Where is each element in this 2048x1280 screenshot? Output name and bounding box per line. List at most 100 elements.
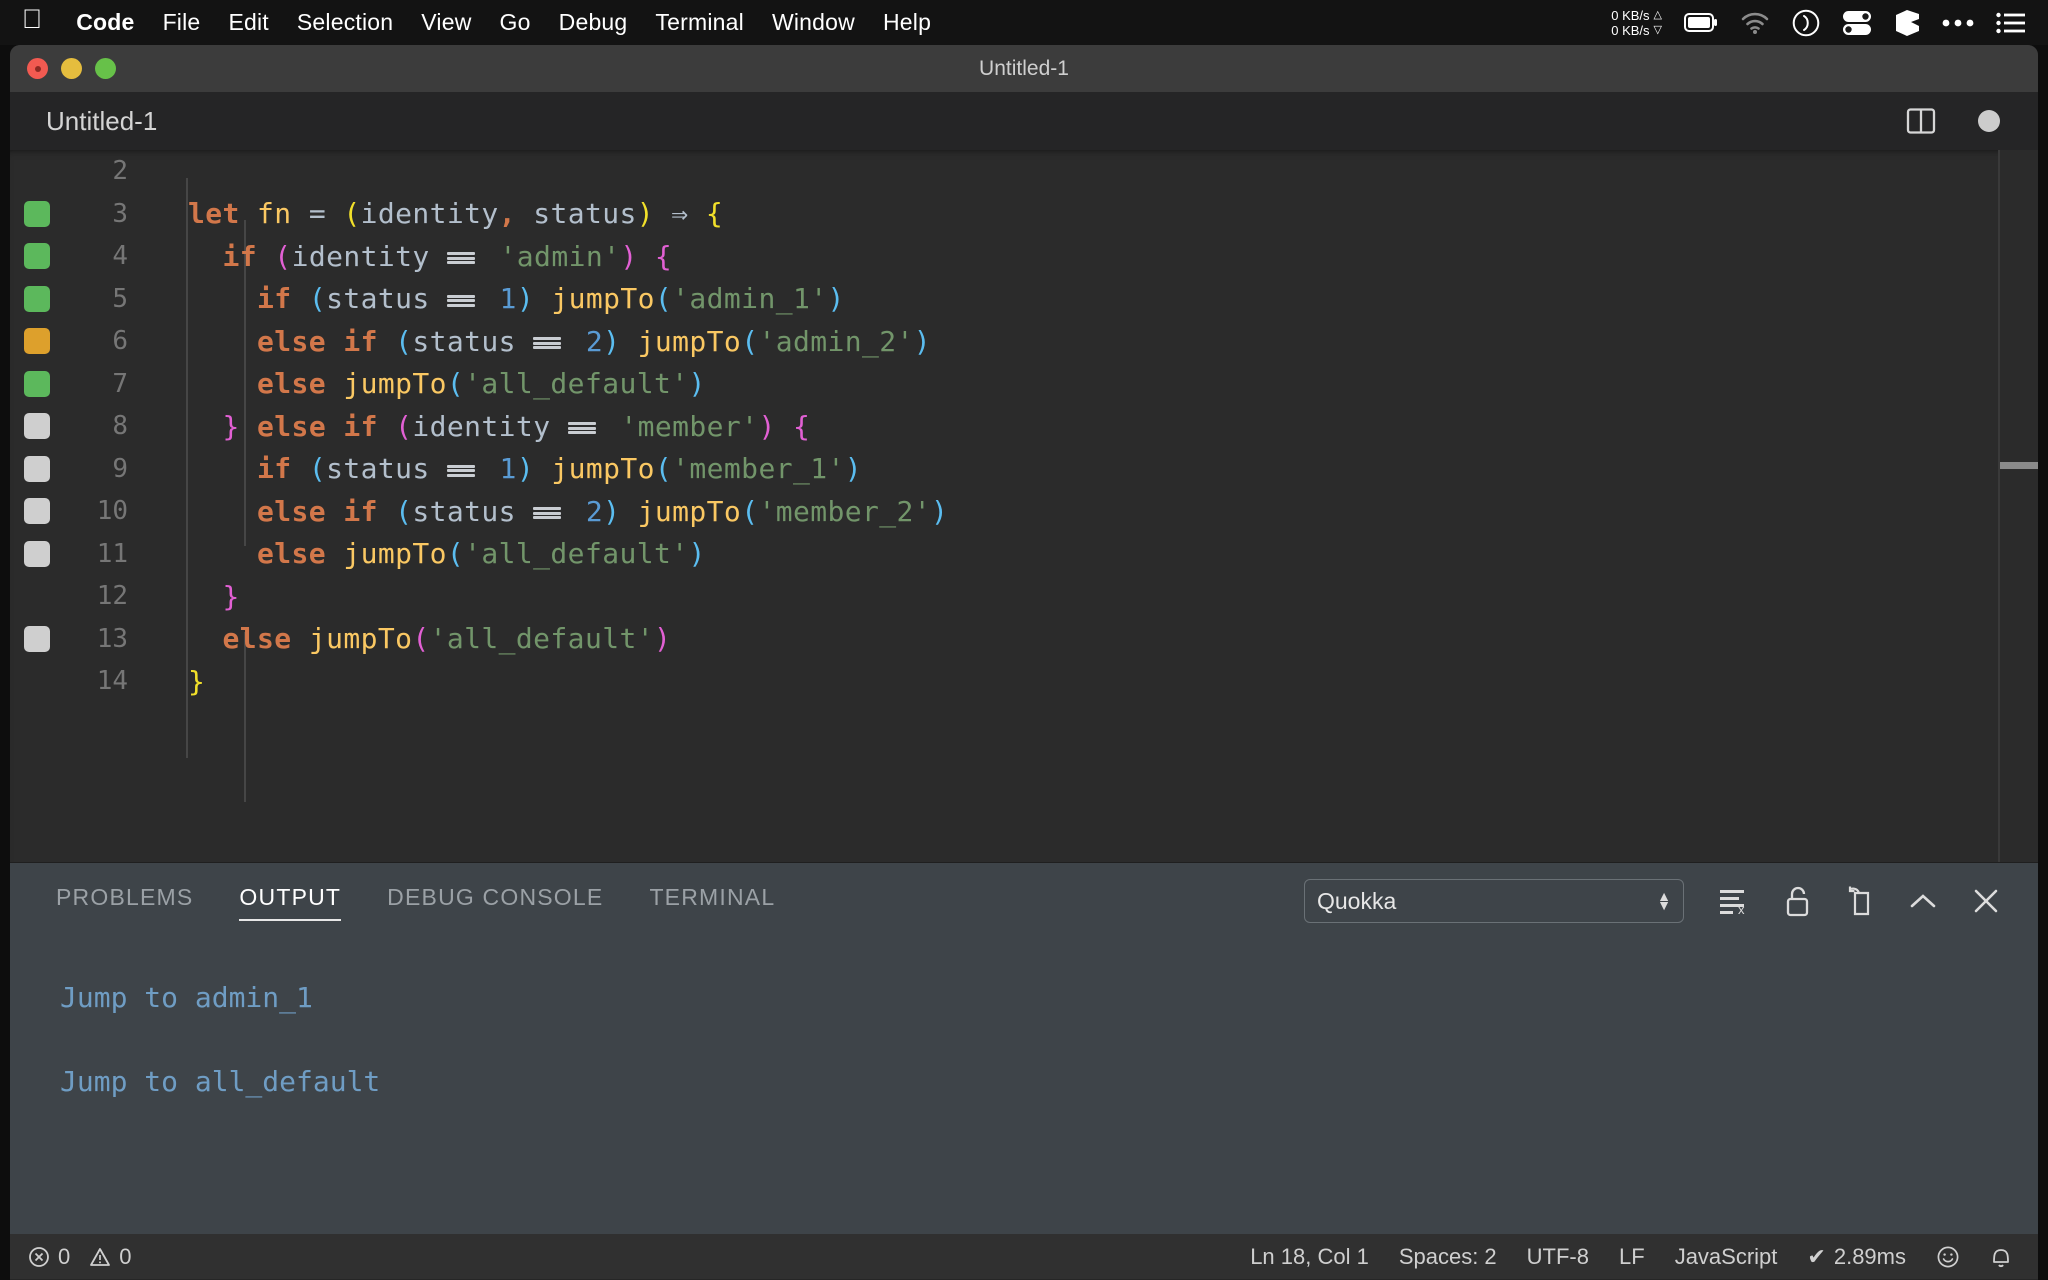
quokka-coverage-marker-gray[interactable] — [24, 540, 50, 567]
macos-menu-bar:  CodeFileEditSelectionViewGoDebugTermin… — [0, 0, 2048, 45]
code-line[interactable]: 9 if (status 1) jumpTo('member_1') — [10, 448, 2038, 491]
apple-menu-icon[interactable]:  — [22, 6, 42, 33]
toggles-icon[interactable] — [1842, 10, 1872, 36]
menu-terminal[interactable]: Terminal — [641, 9, 758, 36]
quokka-coverage-marker-green[interactable] — [24, 243, 50, 270]
ellipsis-icon[interactable] — [1942, 18, 1974, 28]
clock-icon[interactable] — [1792, 9, 1820, 37]
code-line[interactable]: 5 if (status 1) jumpTo('admin_1') — [10, 278, 2038, 321]
code-text: } else if (identity 'member') { — [222, 409, 811, 443]
unsaved-dot[interactable] — [1978, 110, 2000, 132]
menu-file[interactable]: File — [149, 9, 215, 36]
code-editor[interactable]: 2 3 let fn = (identity, status) ⇒ { 4 if (i… — [10, 150, 2038, 862]
vscode-window: Untitled-1 Untitled-1 2 3 let fn = (identi… — [10, 45, 2038, 1280]
window-title-bar: Untitled-1 — [10, 45, 2038, 92]
editor-tab-untitled-1[interactable]: Untitled-1 — [46, 106, 157, 137]
svg-text:x: x — [1738, 902, 1745, 916]
network-download-speed: 0 KB/s — [1611, 22, 1650, 38]
quokka-coverage-marker-green[interactable] — [24, 200, 50, 227]
line-number: 9 — [112, 453, 128, 484]
quokka-coverage-marker-green[interactable] — [24, 285, 50, 312]
editor-tab-bar: Untitled-1 — [10, 92, 2038, 150]
panel-tab-terminal[interactable]: TERMINAL — [649, 884, 775, 919]
line-number: 5 — [112, 283, 128, 314]
warning-count: 0 — [119, 1243, 132, 1269]
menu-view[interactable]: View — [407, 9, 485, 36]
menu-go[interactable]: Go — [486, 9, 545, 36]
line-number: 6 — [112, 326, 128, 357]
quokka-coverage-marker-orange[interactable] — [24, 328, 50, 355]
smiley-icon[interactable] — [1936, 1245, 1960, 1269]
network-speed-icon[interactable]: 0 KB/s 0 KB/s △ ▽ — [1611, 8, 1662, 38]
status-errors[interactable]: 0 — [28, 1244, 70, 1270]
close-panel-icon[interactable] — [1972, 887, 2000, 915]
battery-icon[interactable] — [1684, 13, 1718, 32]
output-line: Jump to all_default — [60, 1065, 381, 1098]
code-line[interactable]: 14} — [10, 660, 2038, 703]
lock-scroll-icon[interactable] — [1784, 885, 1812, 917]
bell-icon[interactable] — [1990, 1244, 2012, 1270]
network-upload-speed: 0 KB/s — [1611, 7, 1650, 23]
wifi-icon[interactable] — [1740, 12, 1770, 34]
menu-selection[interactable]: Selection — [283, 9, 407, 36]
cube-icon[interactable] — [1894, 9, 1920, 37]
quokka-coverage-marker-green[interactable] — [24, 370, 50, 397]
code-line[interactable]: 7 else jumpTo('all_default') — [10, 363, 2038, 406]
maximize-panel-icon[interactable] — [1908, 890, 1938, 912]
panel-actions: Quokka ▲ ▼ x — [1304, 879, 2038, 923]
code-line[interactable]: 2 — [10, 150, 2038, 193]
code-lines: 2 3 let fn = (identity, status) ⇒ { 4 if (i… — [10, 150, 2038, 703]
code-text: let fn = (identity, status) ⇒ { — [188, 197, 724, 231]
strict-equals-ligature — [446, 286, 482, 314]
status-encoding[interactable]: UTF-8 — [1527, 1244, 1589, 1270]
status-quokka-runtime[interactable]: ✔ 2.89ms — [1807, 1244, 1906, 1270]
list-icon[interactable] — [1996, 12, 2026, 34]
quokka-coverage-marker-gray[interactable] — [24, 413, 50, 440]
code-line[interactable]: 4 if (identity 'admin') { — [10, 235, 2038, 278]
status-bar: 0 0 Ln 18, Col 1 Spaces: 2 UTF-8 LF Java… — [10, 1234, 2038, 1279]
status-language-mode[interactable]: JavaScript — [1675, 1244, 1778, 1270]
clear-output-icon[interactable]: x — [1718, 886, 1750, 916]
status-indentation[interactable]: Spaces: 2 — [1399, 1244, 1497, 1270]
menu-code[interactable]: Code — [62, 9, 148, 36]
overview-marker — [2000, 462, 2038, 469]
menu-items: Code File Edit Selection View Go Debug Terminal… — [62, 9, 945, 36]
output-content[interactable]: Jump to admin_1 Jump to all_default — [10, 939, 2038, 1149]
error-count: 0 — [58, 1243, 71, 1269]
strict-equals-ligature — [533, 329, 568, 357]
code-line[interactable]: 10 else if (status 2) jumpTo('member_2') — [10, 490, 2038, 533]
overview-ruler[interactable] — [1998, 150, 2038, 862]
panel-tab-problems[interactable]: PROBLEMS — [56, 884, 193, 919]
output-channel-select[interactable]: Quokka ▲ ▼ — [1304, 879, 1684, 923]
status-cursor-position[interactable]: Ln 18, Col 1 — [1250, 1244, 1369, 1270]
menu-edit[interactable]: Edit — [214, 9, 282, 36]
editor-actions — [1906, 106, 2038, 136]
code-line[interactable]: 3 let fn = (identity, status) ⇒ { — [10, 193, 2038, 236]
code-line[interactable]: 13 else jumpTo('all_default') — [10, 618, 2038, 661]
code-line[interactable]: 11 else jumpTo('all_default') — [10, 533, 2038, 576]
check-icon: ✔ — [1807, 1243, 1826, 1269]
download-arrow-icon: ▽ — [1653, 23, 1662, 36]
open-in-editor-icon[interactable] — [1846, 885, 1874, 917]
quokka-coverage-marker-gray[interactable] — [24, 455, 50, 482]
line-number: 14 — [96, 666, 128, 697]
line-number: 10 — [96, 496, 128, 527]
menu-debug[interactable]: Debug — [545, 9, 642, 36]
quokka-coverage-marker-gray[interactable] — [24, 498, 50, 525]
menu-window[interactable]: Window — [758, 9, 869, 36]
split-editor-icon[interactable] — [1906, 106, 1936, 136]
code-line[interactable]: 6 else if (status 2) jumpTo('admin_2') — [10, 320, 2038, 363]
line-number: 3 — [112, 198, 128, 229]
line-number: 12 — [96, 581, 128, 612]
upload-arrow-icon: △ — [1653, 8, 1662, 21]
code-line[interactable]: 12 } — [10, 575, 2038, 618]
status-warnings[interactable]: 0 — [89, 1243, 132, 1270]
menu-help[interactable]: Help — [869, 9, 945, 36]
code-line[interactable]: 8 } else if (identity 'member') { — [10, 405, 2038, 448]
quokka-coverage-marker-gray[interactable] — [24, 625, 50, 652]
menu-bar-status-icons: 0 KB/s 0 KB/s △ ▽ — [1611, 8, 2048, 38]
panel-tab-output[interactable]: OUTPUT — [239, 884, 341, 921]
panel-tab-debug-console[interactable]: DEBUG CONSOLE — [387, 884, 603, 919]
status-eol[interactable]: LF — [1619, 1244, 1645, 1270]
line-number: 2 — [112, 156, 128, 187]
